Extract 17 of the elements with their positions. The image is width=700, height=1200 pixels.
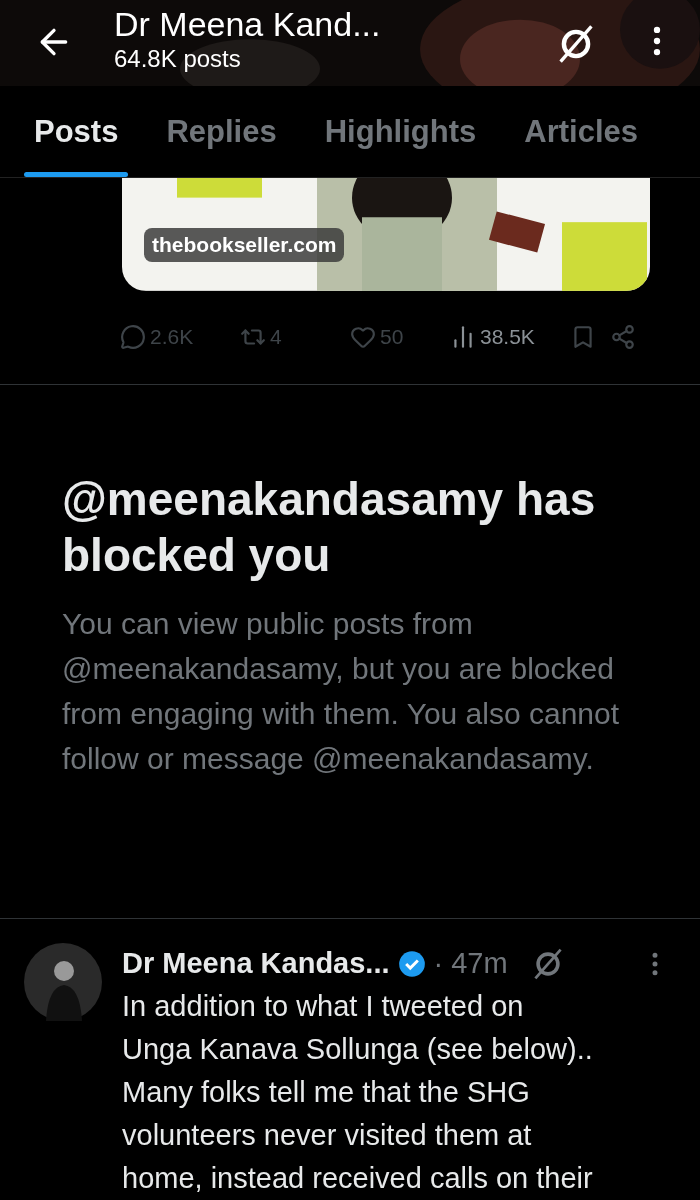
avatar[interactable]	[24, 943, 102, 1021]
source-label[interactable]: thebookseller.com	[144, 227, 345, 262]
post-count: 64.8K posts	[114, 44, 242, 74]
tab[interactable]: Posts	[10, 86, 143, 177]
post-text: In addition to what I tweeted on Unga Kanava Sollunga (see below).. Many folks tell me that the SHG volunteers never visited them at home, instead received calls on their	[122, 989, 594, 1196]
views-button[interactable]: 38.5K	[450, 324, 570, 351]
share-icon	[610, 324, 636, 351]
tab[interactable]: Replies	[142, 86, 301, 177]
tab[interactable]: Articles	[500, 86, 662, 177]
post-time: · 47m	[433, 947, 508, 981]
tab[interactable]: Highlights	[300, 86, 501, 177]
profile-name: Dr Meena Kand...	[114, 4, 382, 44]
like-icon	[350, 324, 376, 351]
blocked-message: You can view public posts from @meenakandasamy, but you are blocked from engaging with them. You also cannot follow or message @meenakandasamy.	[62, 606, 621, 778]
author-name[interactable]: Dr Meena Kandas...	[122, 947, 390, 981]
reply-icon	[120, 324, 146, 351]
blocked-title: @meenakandasamy has blocked you	[62, 472, 597, 584]
